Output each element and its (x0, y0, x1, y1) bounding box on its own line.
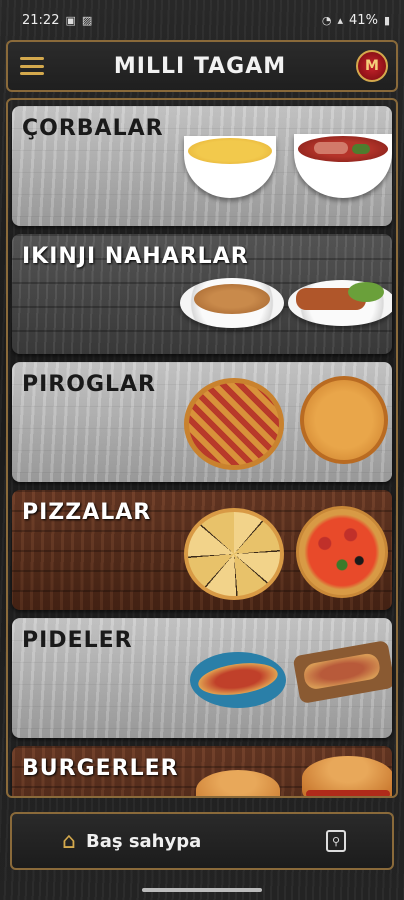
category-label: ÇORBALAR (22, 116, 164, 141)
kebab-plate-image (288, 280, 392, 326)
burger-image (302, 756, 392, 796)
pide-board-image (292, 640, 392, 704)
category-card-pideler[interactable]: PIDELER (12, 618, 392, 738)
home-label: Baş sahypa (85, 830, 202, 852)
menu-icon[interactable] (20, 57, 44, 75)
pide-plate-image (190, 652, 286, 708)
gesture-bar[interactable] (142, 888, 262, 892)
soup-bowl-image (294, 134, 392, 198)
home-icon: ⌂ (62, 828, 76, 854)
pizza-image (296, 506, 388, 598)
lattice-pie-image (184, 378, 284, 470)
soup-bowl-image (184, 136, 276, 198)
category-card-pizzalar[interactable]: PIZZALAR (12, 490, 392, 610)
wifi-icon: ◔ (321, 13, 332, 27)
app-bar: MILLI TAGAM M (6, 40, 398, 92)
status-left: 21:22 ▣ ▨ (22, 13, 92, 28)
battery-percent: 41% (349, 12, 378, 28)
status-time: 21:22 (22, 12, 60, 28)
app-title: MILLI TAGAM (113, 53, 287, 79)
pizza-slices-image (184, 508, 284, 600)
brand-logo-icon: M (355, 50, 388, 82)
category-label: IKINJI NAHARLAR (22, 244, 249, 269)
category-label: PIROGLAR (22, 372, 156, 397)
category-card-ikinji-naharlar[interactable]: IKINJI NAHARLAR (12, 234, 392, 354)
apple-pie-image (300, 376, 388, 464)
status-right: ◔ ▴ 41% ▮ (322, 13, 390, 28)
burger-bun-image (196, 770, 280, 796)
status-bar: 21:22 ▣ ▨ ◔ ▴ 41% ▮ (0, 0, 404, 40)
category-label: PIZZALAR (22, 500, 152, 525)
image-notification-icon: ▨ (81, 13, 93, 27)
pilaf-plate-image (180, 278, 284, 328)
battery-icon: ▮ (383, 13, 390, 27)
category-card-piroglar[interactable]: PIROGLAR (12, 362, 392, 482)
category-list[interactable]: ÇORBALAR IKINJI NAHARLAR PIROGLAR PIZZAL… (6, 98, 398, 798)
home-button[interactable]: ⌂ Baş sahypa (62, 829, 201, 854)
bottom-nav: ⌂ Baş sahypa ⚲ (10, 812, 394, 870)
restaurant-icon[interactable]: ⚲ (326, 830, 346, 852)
category-label: PIDELER (22, 628, 133, 653)
category-card-burgerler[interactable]: BURGERLER (12, 746, 392, 796)
category-card-corbalar[interactable]: ÇORBALAR (12, 106, 392, 226)
category-label: BURGERLER (22, 756, 179, 781)
notification-icon: ▣ (65, 13, 76, 27)
signal-icon: ▴ (337, 13, 344, 27)
